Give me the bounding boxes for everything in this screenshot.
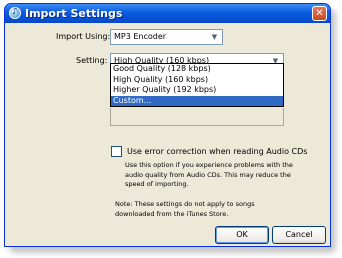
dropdown-option-selected[interactable]: Custom... — [111, 95, 283, 106]
dropdown-option[interactable]: Higher Quality (192 kbps) — [111, 85, 283, 96]
setting-dropdown-list: Good Quality (128 kbps) High Quality (16… — [110, 63, 284, 107]
close-button[interactable]: ✕ — [312, 6, 327, 21]
setting-details-panel — [110, 108, 284, 126]
description-line: speed of importing. — [125, 180, 189, 188]
dropdown-option[interactable]: High Quality (160 kbps) — [111, 75, 283, 86]
cancel-button[interactable]: Cancel — [272, 226, 326, 244]
note-text: Note: These settings do not apply to son… — [115, 200, 325, 219]
error-correction-description: Use this option if you experience proble… — [125, 161, 325, 190]
window-title: Import Settings — [25, 7, 123, 20]
note-line: Note: These settings do not apply to son… — [115, 200, 255, 208]
itunes-icon — [9, 7, 21, 19]
setting-label: Setting: — [76, 56, 108, 65]
import-using-select[interactable]: MP3 Encoder ▼ — [110, 29, 223, 45]
description-line: Use this option if you experience proble… — [125, 161, 293, 169]
chevron-down-icon[interactable]: ▼ — [209, 32, 220, 42]
error-correction-checkbox[interactable] — [111, 146, 122, 157]
error-correction-label[interactable]: Use error correction when reading Audio … — [127, 147, 307, 156]
dropdown-option[interactable]: Good Quality (128 kbps) — [111, 64, 283, 75]
import-using-value: MP3 Encoder — [114, 32, 167, 41]
import-using-label: Import Using: — [56, 32, 111, 41]
description-line: audio quality from Audio CDs. This may r… — [125, 170, 291, 179]
import-settings-dialog: Import Settings ✕ Import Using: MP3 Enco… — [4, 3, 331, 247]
title-bar[interactable]: Import Settings ✕ — [5, 4, 330, 23]
note-line: downloaded from the iTunes Store. — [115, 209, 229, 218]
ok-button[interactable]: OK — [215, 226, 269, 244]
